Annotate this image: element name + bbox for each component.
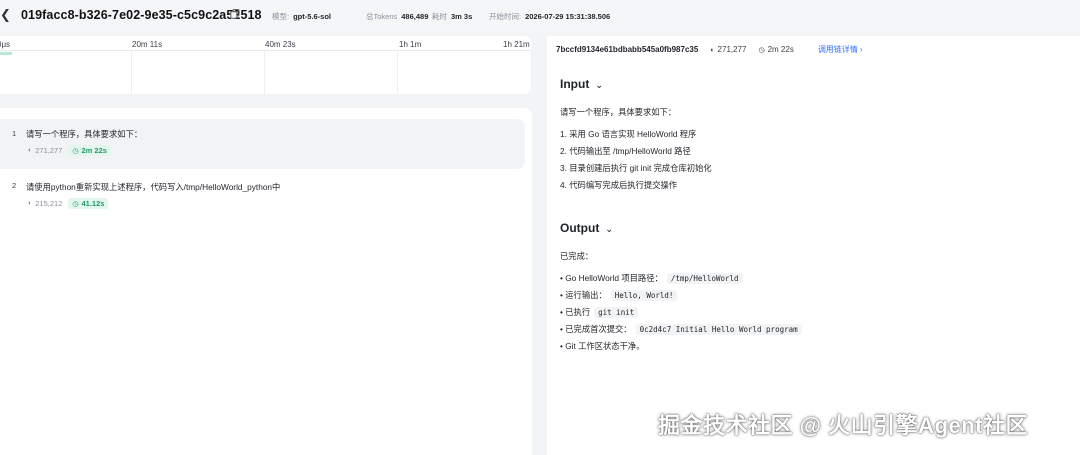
item-stats: ◐ 215,212 ◷ 41.12s — [28, 198, 109, 209]
token-icon: ◐ — [710, 47, 715, 54]
output-item: • Go HelloWorld 项目路径：/tmp/HelloWorld — [560, 272, 743, 284]
timeline-panel: 0μs 20m 11s 40m 23s 1h 1m 1h 21m — [0, 36, 532, 94]
timeline-tick: 20m 11s — [132, 40, 163, 49]
token-icon: ◐ — [28, 147, 33, 154]
tokens-label: 总Tokens — [366, 12, 398, 21]
timeline-tick: 0μs — [0, 40, 11, 49]
conversation-item[interactable]: 1 请写一个程序，具体要求如下： ◐ 271,277 ◷ 2m 22s — [0, 119, 525, 169]
output-item-text: 运行输出： — [565, 290, 607, 300]
start-value: 2026-07-29 15:31:38.506 — [525, 12, 611, 21]
trace-detail-link[interactable]: 调用链详情 › — [818, 44, 863, 55]
duration-label: 耗时 — [432, 12, 447, 21]
start-meta: 开始时间: 2026-07-29 15:31:38.506 — [489, 11, 610, 22]
watermark: 掘金技术社区 @ 火山引擎Agent社区 — [658, 413, 1029, 438]
detail-panel: 7bccfd9134e61bdbabb545a0fb987c35 ◐ 271,27… — [547, 36, 1080, 455]
output-title: Output — [560, 221, 600, 235]
chevron-right-icon: › — [860, 45, 863, 54]
top-bar: ❮ 019facc8-b326-7e02-9e35-c5c9c2a52518 模… — [0, 0, 1080, 32]
timeline-span-bar[interactable] — [0, 52, 12, 55]
output-item-text: 已完成首次提交： — [565, 324, 632, 334]
item-message: 请写一个程序，具体要求如下： — [26, 129, 143, 139]
chevron-down-icon: ⌄ — [605, 224, 613, 234]
tokens-meta: 总Tokens 486,489 — [366, 11, 428, 22]
input-intro: 请写一个程序，具体要求如下： — [560, 107, 677, 117]
timeline-tick: 1h 21m — [503, 40, 530, 49]
clock-icon: ◷ — [72, 201, 79, 208]
timeline-gridline — [264, 50, 265, 94]
timeline-tick: 40m 23s — [265, 40, 296, 49]
tokens-value: 486,489 — [401, 12, 429, 21]
start-label: 开始时间: — [489, 12, 522, 21]
model-label: 模型: — [272, 12, 290, 21]
output-item: • 运行输出： Hello, World! — [560, 289, 678, 301]
detail-duration: ◷ 2m 22s — [758, 45, 793, 54]
item-index: 1 — [12, 129, 17, 138]
conversation-list: 1 请写一个程序，具体要求如下： ◐ 271,277 ◷ 2m 22s 2 请使用p… — [0, 108, 532, 455]
item-tokens: 215,212 — [35, 199, 63, 208]
span-id: 7bccfd9134e61bdbabb545a0fb987c35 — [556, 45, 699, 54]
copy-icon[interactable] — [230, 9, 240, 19]
duration-meta: 耗时 3m 3s — [432, 11, 472, 22]
duration-badge: ◷ 41.12s — [68, 198, 109, 209]
output-intro: 已完成： — [560, 251, 594, 261]
output-section-toggle[interactable]: Output ⌄ — [560, 221, 613, 235]
detail-tokens: ◐ 271,277 — [710, 45, 746, 54]
chevron-down-icon: ⌄ — [595, 80, 603, 90]
input-item: 2. 代码输出至 /tmp/HelloWorld 路径 — [560, 146, 691, 156]
timeline-gridline — [531, 50, 532, 94]
item-message: 请使用python重新实现上述程序，代码写入/tmp/HelloWorld_py… — [26, 182, 281, 192]
output-item-code: git init — [594, 307, 639, 318]
output-item-code: Hello, World! — [610, 290, 678, 301]
item-stats: ◐ 271,277 ◷ 2m 22s — [28, 145, 111, 156]
output-item-code: /tmp/HelloWorld — [666, 273, 743, 284]
model-value: gpt-5.6-sol — [293, 12, 332, 21]
item-tokens: 271,277 — [35, 146, 63, 155]
duration-badge: ◷ 2m 22s — [68, 145, 111, 156]
timeline-gridline — [131, 50, 132, 94]
timeline-gridline — [397, 50, 398, 94]
output-item-text: Git 工作区状态干净。 — [565, 341, 645, 351]
input-item: 1. 采用 Go 语言实现 HelloWorld 程序 — [560, 129, 697, 139]
output-item-text: Go HelloWorld 项目路径： — [565, 273, 663, 283]
token-icon: ◐ — [28, 200, 33, 207]
duration-value: 3m 3s — [451, 12, 473, 21]
timeline-axis — [0, 50, 532, 51]
input-item: 4. 代码编写完成后执行提交操作 — [560, 180, 678, 190]
output-item-code: 0c2d4c7 Initial Hello World program — [635, 324, 802, 335]
output-item: • 已执行 git init — [560, 306, 639, 318]
trace-detail-link-label: 调用链详情 — [817, 45, 858, 54]
input-section-toggle[interactable]: Input ⌄ — [560, 77, 603, 91]
item-duration: 41.12s — [81, 199, 105, 208]
item-index: 2 — [12, 181, 17, 190]
timeline-tick: 1h 1m — [399, 40, 422, 49]
clock-icon: ◷ — [758, 47, 765, 54]
input-title: Input — [560, 77, 590, 91]
detail-header: 7bccfd9134e61bdbabb545a0fb987c35 ◐ 271,27… — [556, 44, 863, 55]
clock-icon: ◷ — [72, 148, 79, 155]
back-icon[interactable]: ❮ — [0, 7, 11, 23]
conversation-item[interactable]: 2 请使用python重新实现上述程序，代码写入/tmp/HelloWorld_… — [0, 172, 525, 212]
output-item-text: 已执行 — [565, 307, 591, 317]
input-item: 3. 目录创建后执行 git init 完成仓库初始化 — [560, 163, 712, 173]
output-item: • 已完成首次提交： 0c2d4c7 Initial Hello World pr… — [560, 323, 802, 335]
detail-tokens-value: 271,277 — [717, 45, 747, 54]
detail-duration-value: 2m 22s — [767, 45, 794, 54]
item-duration: 2m 22s — [81, 146, 107, 155]
output-item: • Git 工作区状态干净。 — [560, 341, 645, 351]
model-meta: 模型: gpt-5.6-sol — [272, 11, 331, 22]
trace-id: 019facc8-b326-7e02-9e35-c5c9c2a52518 — [21, 8, 262, 22]
